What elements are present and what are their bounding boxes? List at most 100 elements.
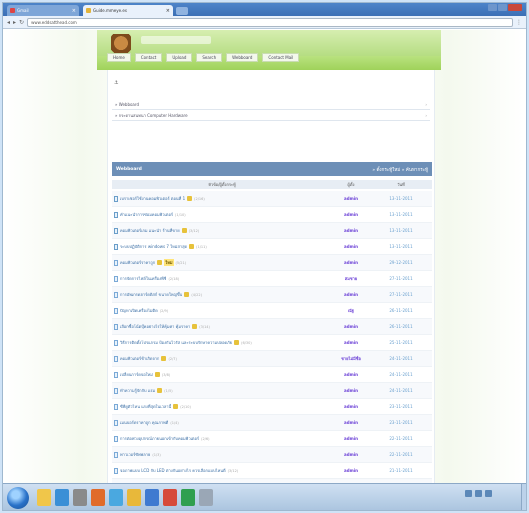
topic-author[interactable]: สมชาย [332, 275, 370, 282]
table-row[interactable]: ระบบปฏิบัติการ windows 7 ใหม่ล่าสุด (1/11… [112, 239, 432, 255]
explorer-icon[interactable] [37, 489, 51, 506]
browser-tab-1[interactable]: Gmail × [7, 5, 79, 16]
topic-author[interactable]: admin [332, 420, 370, 425]
topic-author[interactable]: admin [332, 452, 370, 457]
close-window-button[interactable] [508, 4, 522, 11]
nav-search[interactable]: Search [196, 53, 223, 62]
new-tab-button[interactable] [176, 7, 188, 15]
table-row[interactable]: ทำความรู้จักกับ แรม (1/5) admin 24-11-2011 [112, 383, 432, 399]
nav-contact-mail[interactable]: Contact Mail [262, 53, 300, 62]
folder-icon[interactable] [127, 489, 141, 506]
topic-author[interactable]: admin [332, 228, 370, 233]
wrench-menu-icon[interactable]: ⋮ [516, 19, 522, 26]
back-arrow-icon[interactable]: ◂ [7, 19, 10, 26]
media-icon[interactable] [73, 489, 87, 506]
topic-author[interactable]: admin [332, 436, 370, 441]
topic-author[interactable]: admin [332, 340, 370, 345]
table-row[interactable]: การต่อพ่วงอุปกรณ์ภายนอกเข้ากับคอมพิวเตอร… [112, 431, 432, 447]
topic-title-link[interactable]: จอภาพแบบ LCD กับ LED ต่างกันอย่างไร ควรเ… [120, 467, 226, 474]
nav-contact[interactable]: Contact [134, 53, 163, 62]
flag-icon[interactable] [485, 490, 492, 497]
topic-title-link[interactable]: วิธีการติดตั้งโปรแกรม ป้องกันไวรัส และระ… [120, 339, 232, 346]
topic-author[interactable]: admin [332, 260, 370, 265]
firefox-icon[interactable] [91, 489, 105, 506]
table-row[interactable]: เมนบอร์ดราคาถูก คุณภาพดี (1/4) admin 23-11-… [112, 415, 432, 431]
topic-author[interactable]: admin [332, 196, 370, 201]
table-row[interactable]: คำแนะนำการซ่อมคอมพิวเตอร์ (1/10) admin 13-1… [112, 207, 432, 223]
close-tab-icon[interactable]: × [72, 8, 76, 14]
topic-date: 13-11-2011 [389, 244, 413, 249]
address-bar[interactable]: www.eddsatthead.com [27, 17, 513, 27]
gmail-favicon-icon [10, 8, 15, 13]
reload-icon[interactable]: ↻ [19, 19, 24, 26]
reply-count: (6/30) [241, 340, 252, 345]
topic-title-link[interactable]: เปลี่ยนการ์ดจอใหม่ [120, 371, 153, 378]
browser-tab-2[interactable]: Guide.mmeye.es × [83, 5, 173, 16]
topic-title-link[interactable]: การต่อพ่วงอุปกรณ์ภายนอกเข้ากับคอมพิวเตอร… [120, 435, 199, 442]
table-row[interactable]: ซีพียูตัวไหน แรงที่สุดในเวลานี้ (2/10) adm… [112, 399, 432, 415]
taskbar-clock[interactable] [496, 489, 518, 506]
nav-webboard[interactable]: Webboard [226, 53, 259, 62]
table-row[interactable]: การจัดการไฟล์ในเครื่องพีซี (2/18) สมชาย 27-… [112, 271, 432, 287]
breadcrumb-item[interactable]: » Webboard › [112, 99, 430, 110]
volume-icon[interactable] [475, 490, 482, 497]
nav-home[interactable]: Home [107, 53, 131, 62]
chrome-icon[interactable] [109, 489, 123, 506]
ie-icon[interactable] [55, 489, 69, 506]
network-icon[interactable] [465, 490, 472, 497]
chevron-right-icon: › [425, 101, 427, 107]
maximize-button[interactable] [498, 4, 507, 11]
close-tab-icon[interactable]: × [166, 8, 170, 14]
table-row[interactable]: คอมพิวเตอร์ช้าเกิดจาก (2/7) ชายไม่มีชื่อ 24… [112, 351, 432, 367]
column-headers: หัวข้อ/ผู้ตั้งกระทู้ ผู้ตั้ง วันที่ [112, 180, 432, 189]
topic-author[interactable]: admin [332, 244, 370, 249]
topic-title-link[interactable]: เลือกซื้อโน้ตบุ๊คอย่างไรให้คุ้มค่า คุ้มร… [120, 323, 190, 330]
start-button[interactable] [7, 487, 29, 509]
topic-title-link[interactable]: คำแนะนำการซ่อมคอมพิวเตอร์ [120, 211, 173, 218]
table-row[interactable]: เปลี่ยนการ์ดจอใหม่ (3/8) admin 24-11-2011 [112, 367, 432, 383]
word-icon[interactable] [145, 489, 159, 506]
topic-title-link[interactable]: คอมพิวเตอร์ช้าเกิดจาก [120, 355, 159, 362]
topic-title-link[interactable]: คอมพิวเตอร์ราคาถูก [120, 259, 155, 266]
topic-author[interactable]: ชายไม่มีชื่อ [332, 355, 370, 362]
table-row[interactable]: ปัญหาเปิดเครื่องไม่ติด (2/9) ณัฐ 26-11-2011 [112, 303, 432, 319]
show-desktop-button[interactable] [521, 484, 526, 510]
table-row[interactable]: เลือกซื้อโน้ตบุ๊คอย่างไรให้คุ้มค่า คุ้มร… [112, 319, 432, 335]
topic-author[interactable]: admin [332, 212, 370, 217]
table-row[interactable]: เบราเซอร์ใช้งานคอมพิวเตอร์ ตอนที่ 1 (2/16… [112, 191, 432, 207]
table-row[interactable]: จอภาพแบบ LCD กับ LED ต่างกันอย่างไร ควรเ… [112, 463, 432, 479]
reply-count: (5/21) [175, 260, 187, 265]
minimize-button[interactable] [488, 4, 497, 11]
webboard-actions[interactable]: » ตั้งกระทู้ใหม่ » ค้นหากระทู้ [372, 166, 428, 173]
webboard-header: Webboard » ตั้งกระทู้ใหม่ » ค้นหากระทู้ [112, 162, 432, 176]
nav-upload[interactable]: Upload [166, 53, 193, 62]
topic-date: 22-11-2011 [389, 452, 413, 457]
excel-icon[interactable] [181, 489, 195, 506]
topic-title-link[interactable]: ปัญหาเปิดเครื่องไม่ติด [120, 307, 158, 314]
topic-title-link[interactable]: พาวเวอร์ซัพพลาย [120, 451, 150, 458]
topic-author[interactable]: admin [332, 468, 370, 473]
table-row[interactable]: พาวเวอร์ซัพพลาย (1/3) admin 22-11-2011 [112, 447, 432, 463]
topic-title-link[interactable]: การจัดการไฟล์ในเครื่องพีซี [120, 275, 166, 282]
forward-arrow-icon[interactable]: ▸ [13, 19, 16, 26]
topic-author[interactable]: admin [332, 388, 370, 393]
topic-title-link[interactable]: เมนบอร์ดราคาถูก คุณภาพดี [120, 419, 168, 426]
topic-author[interactable]: admin [332, 292, 370, 297]
breadcrumb-item[interactable]: » กระดานสนทนา Computer Hardware › [112, 110, 430, 121]
topic-title-link[interactable]: ทำความรู้จักกับ แรม [120, 387, 155, 394]
topic-author[interactable]: admin [332, 372, 370, 377]
table-row[interactable]: คอมพิวเตอร์ราคาถูก ใหม่ (5/21) admin 29-12-2… [112, 255, 432, 271]
table-row[interactable]: คอมพิวเตอร์เกม แนะนำ ร้านที่ขาย (3/12) adm… [112, 223, 432, 239]
table-row[interactable]: การอัพเกรดฮาร์ดดิสก์ ขนาดใหญ่ขึ้น (4/22) a… [112, 287, 432, 303]
powerpoint-icon[interactable] [163, 489, 177, 506]
topic-title-link[interactable]: การอัพเกรดฮาร์ดดิสก์ ขนาดใหญ่ขึ้น [120, 291, 182, 298]
topic-author[interactable]: admin [332, 404, 370, 409]
table-row[interactable]: วิธีการติดตั้งโปรแกรม ป้องกันไวรัส และระ… [112, 335, 432, 351]
topic-author[interactable]: ณัฐ [332, 307, 370, 314]
topic-title-link[interactable]: ซีพียูตัวไหน แรงที่สุดในเวลานี้ [120, 403, 171, 410]
topic-title-link[interactable]: คอมพิวเตอร์เกม แนะนำ ร้านที่ขาย [120, 227, 180, 234]
topic-title-link[interactable]: เบราเซอร์ใช้งานคอมพิวเตอร์ ตอนที่ 1 [120, 195, 185, 202]
paint-icon[interactable] [199, 489, 213, 506]
topic-author[interactable]: admin [332, 324, 370, 329]
topic-title-link[interactable]: ระบบปฏิบัติการ windows 7 ใหม่ล่าสุด [120, 243, 187, 250]
